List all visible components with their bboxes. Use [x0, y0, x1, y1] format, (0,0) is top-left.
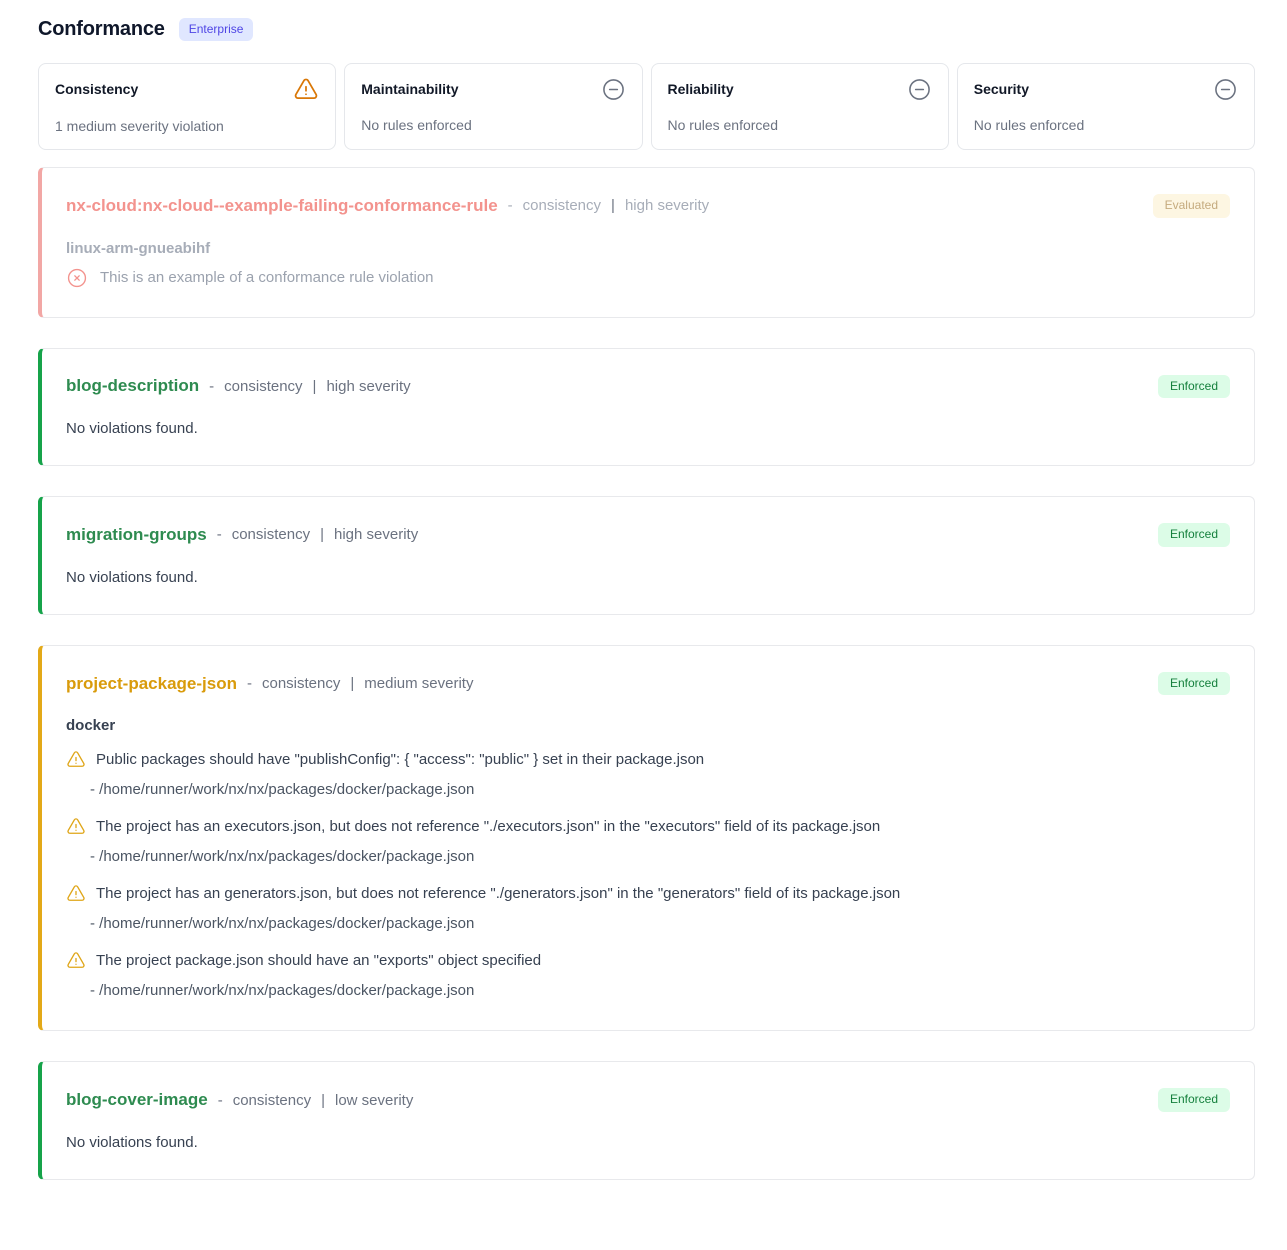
summary-card-title: Security: [974, 77, 1029, 97]
violation-item: The project has an generators.json, but …: [66, 883, 1230, 935]
warning-triangle-icon: [293, 77, 319, 103]
rule-card-blog-cover-image: blog-cover-image - consistency | low sev…: [38, 1061, 1255, 1180]
violation-message: The project has an generators.json, but …: [96, 883, 900, 906]
summary-card-title: Maintainability: [361, 77, 458, 97]
rule-severity: high severity: [625, 197, 709, 214]
rule-meta-dash: -: [508, 197, 513, 214]
violation-item: Public packages should have "publishConf…: [66, 749, 1230, 801]
status-badge-enforced: Enforced: [1158, 523, 1230, 547]
x-circle-icon: [66, 267, 88, 289]
page-title: Conformance: [38, 18, 165, 41]
summary-card-status: No rules enforced: [668, 117, 932, 133]
summary-card-title: Reliability: [668, 77, 734, 97]
rule-severity: high severity: [326, 378, 410, 395]
rule-card-example-failing-conformance-rule: nx-cloud:nx-cloud--example-failing-confo…: [38, 167, 1255, 318]
minus-circle-icon: [1213, 77, 1238, 102]
summary-cards-row: Consistency 1 medium severity violation …: [38, 63, 1255, 150]
rule-card-blog-description: blog-description - consistency | high se…: [38, 348, 1255, 467]
status-badge-enforced: Enforced: [1158, 672, 1230, 696]
warning-triangle-icon: [66, 884, 86, 904]
summary-card-status: No rules enforced: [361, 117, 625, 133]
warning-triangle-icon: [66, 951, 86, 971]
rule-name-link[interactable]: migration-groups: [66, 525, 207, 545]
rule-body-text: No violations found.: [66, 1134, 1230, 1151]
rule-name-link[interactable]: blog-cover-image: [66, 1090, 208, 1110]
rule-name-link[interactable]: nx-cloud:nx-cloud--example-failing-confo…: [66, 196, 498, 216]
rule-category: consistency: [262, 675, 340, 692]
rule-category: consistency: [224, 378, 302, 395]
violation-path: - /home/runner/work/nx/nx/packages/docke…: [90, 846, 1230, 869]
status-badge-evaluated: Evaluated: [1153, 194, 1230, 218]
summary-card-security: Security No rules enforced: [957, 63, 1255, 150]
violation-message: The project has an executors.json, but d…: [96, 816, 880, 839]
summary-card-consistency: Consistency 1 medium severity violation: [38, 63, 336, 150]
rule-meta-dash: -: [218, 1092, 223, 1109]
violation-message: The project package.json should have an …: [96, 950, 541, 973]
status-badge-enforced: Enforced: [1158, 375, 1230, 399]
minus-circle-icon: [907, 77, 932, 102]
rule-meta: consistency | low severity: [233, 1092, 414, 1109]
rule-category: consistency: [523, 197, 601, 214]
minus-circle-icon: [601, 77, 626, 102]
rule-meta-pipe: |: [611, 197, 615, 214]
rule-meta-pipe: |: [313, 378, 317, 395]
rule-meta-pipe: |: [350, 675, 354, 692]
rule-severity: high severity: [334, 526, 418, 543]
warning-triangle-icon: [66, 817, 86, 837]
rule-severity: medium severity: [364, 675, 473, 692]
summary-card-maintainability: Maintainability No rules enforced: [344, 63, 642, 150]
rule-category: consistency: [232, 526, 310, 543]
rule-body-text: No violations found.: [66, 569, 1230, 586]
page-header: Conformance Enterprise: [38, 18, 1255, 41]
enterprise-badge: Enterprise: [179, 18, 254, 40]
rule-card-migration-groups: migration-groups - consistency | high se…: [38, 496, 1255, 615]
rule-meta-dash: -: [209, 378, 214, 395]
rule-body-text: No violations found.: [66, 420, 1230, 437]
rule-meta-pipe: |: [320, 526, 324, 543]
status-badge-enforced: Enforced: [1158, 1088, 1230, 1112]
violation-message: This is an example of a conformance rule…: [100, 269, 434, 286]
violation-item: The project package.json should have an …: [66, 950, 1230, 1002]
rule-meta: consistency | high severity: [232, 526, 419, 543]
conformance-page: Conformance Enterprise Consistency 1 med…: [0, 0, 1287, 1250]
rule-meta-dash: -: [247, 675, 252, 692]
project-name: docker: [66, 717, 1230, 734]
rule-meta: consistency | high severity: [224, 378, 411, 395]
violation-message: Public packages should have "publishConf…: [96, 749, 704, 772]
rule-card-project-package-json: project-package-json - consistency | med…: [38, 645, 1255, 1032]
warning-triangle-icon: [66, 750, 86, 770]
rule-name-link[interactable]: blog-description: [66, 376, 199, 396]
violation-path: - /home/runner/work/nx/nx/packages/docke…: [90, 779, 1230, 802]
rule-severity: low severity: [335, 1092, 413, 1109]
summary-card-status: 1 medium severity violation: [55, 118, 319, 134]
rule-meta: consistency | medium severity: [262, 675, 473, 692]
violation-path: - /home/runner/work/nx/nx/packages/docke…: [90, 980, 1230, 1003]
summary-card-title: Consistency: [55, 77, 138, 97]
summary-card-status: No rules enforced: [974, 117, 1238, 133]
violation-item: The project has an executors.json, but d…: [66, 816, 1230, 868]
summary-card-reliability: Reliability No rules enforced: [651, 63, 949, 150]
violation-line: This is an example of a conformance rule…: [66, 267, 1230, 289]
rule-name-link[interactable]: project-package-json: [66, 674, 237, 694]
rule-meta-pipe: |: [321, 1092, 325, 1109]
rule-meta: consistency | high severity: [523, 197, 710, 214]
rule-meta-dash: -: [217, 526, 222, 543]
violation-path: - /home/runner/work/nx/nx/packages/docke…: [90, 913, 1230, 936]
rule-category: consistency: [233, 1092, 311, 1109]
project-name: linux-arm-gnueabihf: [66, 240, 1230, 257]
